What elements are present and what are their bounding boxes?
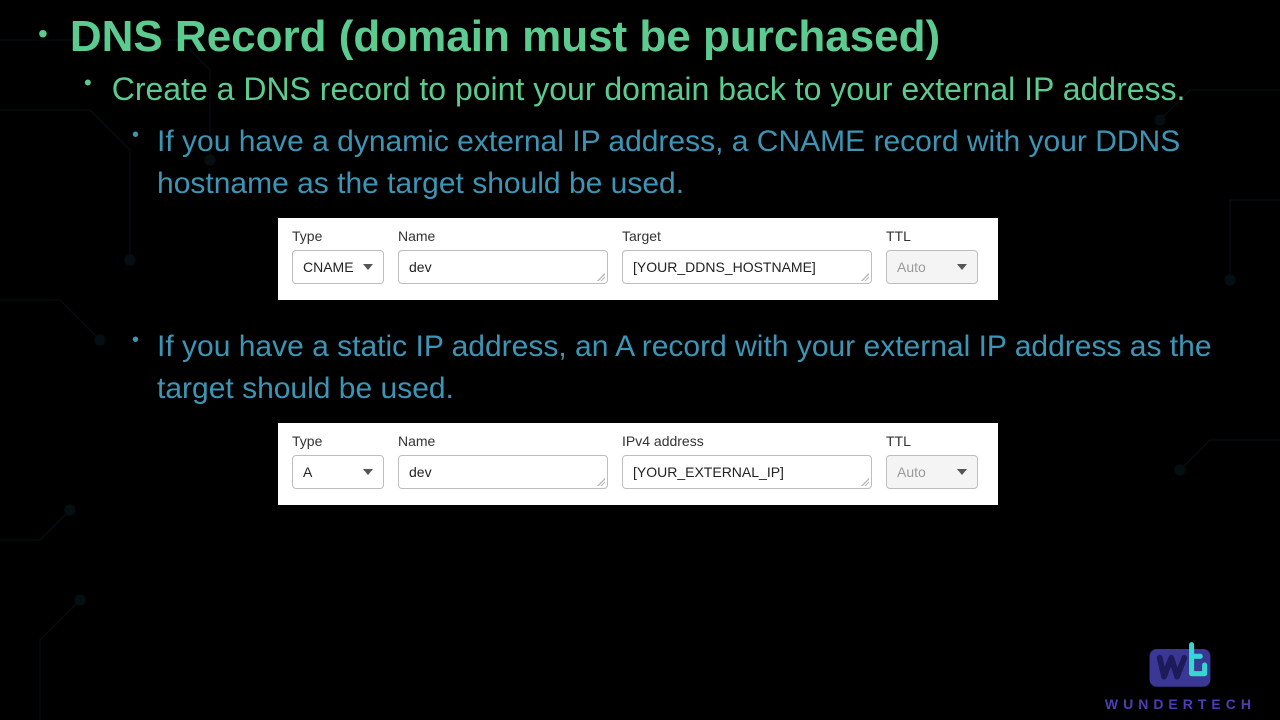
cname-ttl-value: Auto bbox=[897, 259, 926, 275]
ttl-label: TTL bbox=[886, 433, 978, 449]
a-target-input[interactable]: [YOUR_EXTERNAL_IP] bbox=[622, 455, 872, 489]
dynamic-ip-bullet: • If you have a dynamic external IP addr… bbox=[132, 121, 1252, 204]
target-label: Target bbox=[622, 228, 872, 244]
name-label: Name bbox=[398, 433, 608, 449]
cname-type-select[interactable]: CNAME bbox=[292, 250, 384, 284]
cname-target-input[interactable]: [YOUR_DDNS_HOSTNAME] bbox=[622, 250, 872, 284]
cname-name-value: dev bbox=[409, 259, 432, 275]
chevron-down-icon bbox=[957, 469, 967, 475]
chevron-down-icon bbox=[957, 264, 967, 270]
cname-ttl-field: TTL Auto bbox=[886, 228, 978, 284]
a-ttl-select[interactable]: Auto bbox=[886, 455, 978, 489]
static-ip-bullet: • If you have a static IP address, an A … bbox=[132, 326, 1252, 409]
cname-target-value: [YOUR_DDNS_HOSTNAME] bbox=[633, 259, 816, 275]
wundertech-logo-icon bbox=[1141, 636, 1219, 694]
chevron-down-icon bbox=[363, 469, 373, 475]
bullet-dot-icon: • bbox=[132, 121, 139, 149]
a-type-value: A bbox=[303, 464, 312, 480]
cname-name-input[interactable]: dev bbox=[398, 250, 608, 284]
a-name-input[interactable]: dev bbox=[398, 455, 608, 489]
title-bullet: • DNS Record (domain must be purchased) bbox=[38, 14, 1252, 60]
chevron-down-icon bbox=[363, 264, 373, 270]
brand-logo: WUNDERTECH bbox=[1105, 636, 1256, 712]
a-type-field: Type A bbox=[292, 433, 384, 489]
a-name-value: dev bbox=[409, 464, 432, 480]
a-type-select[interactable]: A bbox=[292, 455, 384, 489]
slide-content: • DNS Record (domain must be purchased) … bbox=[0, 0, 1280, 720]
type-label: Type bbox=[292, 433, 384, 449]
cname-type-value: CNAME bbox=[303, 259, 354, 275]
slide-title: DNS Record (domain must be purchased) bbox=[70, 14, 940, 60]
ttl-label: TTL bbox=[886, 228, 978, 244]
sub-bullet-1-text: Create a DNS record to point your domain… bbox=[112, 68, 1186, 111]
bullet-dot-icon: • bbox=[132, 326, 139, 354]
type-label: Type bbox=[292, 228, 384, 244]
bullet-dot-icon: • bbox=[84, 68, 92, 99]
name-label: Name bbox=[398, 228, 608, 244]
cname-record-card: Type CNAME Name dev Target [YOUR_DDNS_HO… bbox=[278, 218, 998, 300]
sub-bullet-1: • Create a DNS record to point your doma… bbox=[84, 68, 1252, 111]
cname-name-field: Name dev bbox=[398, 228, 608, 284]
a-name-field: Name dev bbox=[398, 433, 608, 489]
brand-name: WUNDERTECH bbox=[1105, 696, 1256, 712]
a-target-value: [YOUR_EXTERNAL_IP] bbox=[633, 464, 784, 480]
a-record-card: Type A Name dev IPv4 address [YOUR_EXTER… bbox=[278, 423, 998, 505]
a-ttl-value: Auto bbox=[897, 464, 926, 480]
cname-type-field: Type CNAME bbox=[292, 228, 384, 284]
a-target-field: IPv4 address [YOUR_EXTERNAL_IP] bbox=[622, 433, 872, 489]
bullet-dot-icon: • bbox=[38, 20, 48, 48]
ipv4-label: IPv4 address bbox=[622, 433, 872, 449]
dynamic-ip-text: If you have a dynamic external IP addres… bbox=[157, 121, 1217, 204]
static-ip-text: If you have a static IP address, an A re… bbox=[157, 326, 1217, 409]
cname-target-field: Target [YOUR_DDNS_HOSTNAME] bbox=[622, 228, 872, 284]
cname-ttl-select[interactable]: Auto bbox=[886, 250, 978, 284]
a-ttl-field: TTL Auto bbox=[886, 433, 978, 489]
